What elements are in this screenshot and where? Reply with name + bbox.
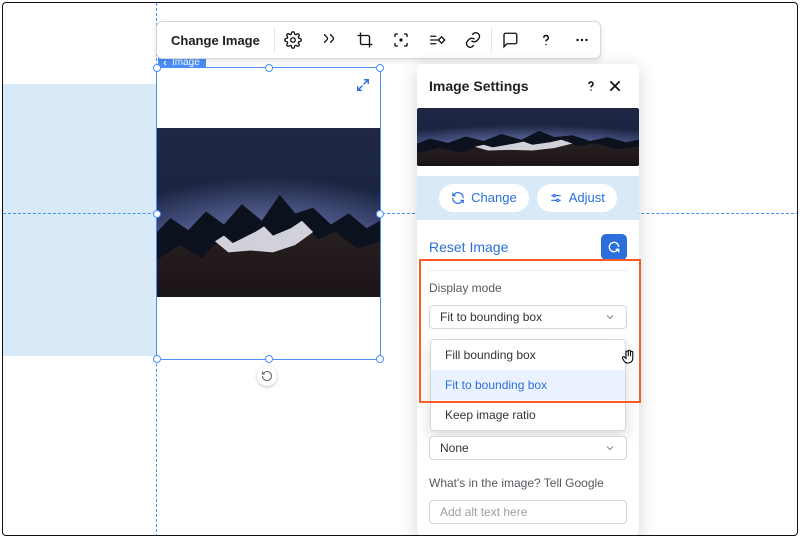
option-fill-bounding-box[interactable]: Fill bounding box — [431, 340, 625, 370]
resize-handle-sw[interactable] — [153, 355, 161, 363]
undo-button[interactable] — [257, 366, 277, 386]
chevron-left-icon — [161, 59, 169, 67]
change-button-label: Change — [471, 190, 517, 205]
selected-image-container[interactable] — [157, 68, 380, 359]
cursor-icon — [620, 348, 638, 366]
comment-icon[interactable] — [492, 22, 528, 58]
chevron-down-icon — [604, 311, 616, 323]
sliders-icon — [549, 191, 563, 205]
option-fit-to-bounding-box[interactable]: Fit to bounding box — [431, 370, 625, 400]
resize-handle-nw[interactable] — [153, 64, 161, 72]
scroll-behavior-select[interactable]: None — [429, 436, 627, 460]
refresh-icon — [451, 191, 465, 205]
panel-help-icon[interactable] — [579, 78, 603, 94]
image-toolbar: Change Image — [156, 21, 601, 59]
focal-point-icon[interactable] — [383, 22, 419, 58]
change-button[interactable]: Change — [439, 184, 529, 212]
animation-icon[interactable] — [419, 22, 455, 58]
panel-action-row: Change Adjust — [417, 176, 639, 220]
chevron-down-icon — [604, 442, 616, 454]
display-mode-select[interactable]: Fit to bounding box Fill bounding box Fi… — [429, 305, 627, 329]
panel-title: Image Settings — [429, 78, 529, 94]
scroll-behavior-value: None — [440, 441, 469, 455]
more-icon[interactable] — [564, 22, 600, 58]
close-icon[interactable] — [603, 78, 627, 94]
expand-icon[interactable] — [352, 74, 374, 96]
link-icon[interactable] — [455, 22, 491, 58]
resize-handle-se[interactable] — [376, 355, 384, 363]
panel-image-preview — [417, 108, 639, 166]
reset-image-link[interactable]: Reset Image — [429, 239, 508, 255]
alt-text-input[interactable] — [429, 500, 627, 524]
resize-handle-s[interactable] — [265, 355, 273, 363]
resize-handle-ne[interactable] — [376, 64, 384, 72]
help-icon[interactable] — [528, 22, 564, 58]
display-mode-value: Fit to bounding box — [440, 310, 542, 324]
display-mode-dropdown: Fill bounding box Fit to bounding box Ke… — [430, 339, 626, 431]
display-mode-label: Display mode — [429, 281, 627, 295]
crop-icon[interactable] — [347, 22, 383, 58]
image-preview — [157, 128, 380, 297]
adjust-button-label: Adjust — [569, 190, 605, 205]
resize-handle-e[interactable] — [376, 210, 384, 218]
change-image-button[interactable]: Change Image — [157, 22, 274, 58]
gear-icon[interactable] — [275, 22, 311, 58]
alt-text-label: What's in the image? Tell Google — [429, 476, 627, 490]
resize-handle-w[interactable] — [153, 210, 161, 218]
adjust-button[interactable]: Adjust — [537, 184, 617, 212]
filters-icon[interactable] — [311, 22, 347, 58]
image-settings-panel: Image Settings Change — [417, 64, 639, 536]
option-keep-image-ratio[interactable]: Keep image ratio — [431, 400, 625, 430]
reset-button[interactable] — [601, 234, 627, 260]
resize-handle-n[interactable] — [265, 64, 273, 72]
guide-horizontal — [3, 213, 798, 214]
